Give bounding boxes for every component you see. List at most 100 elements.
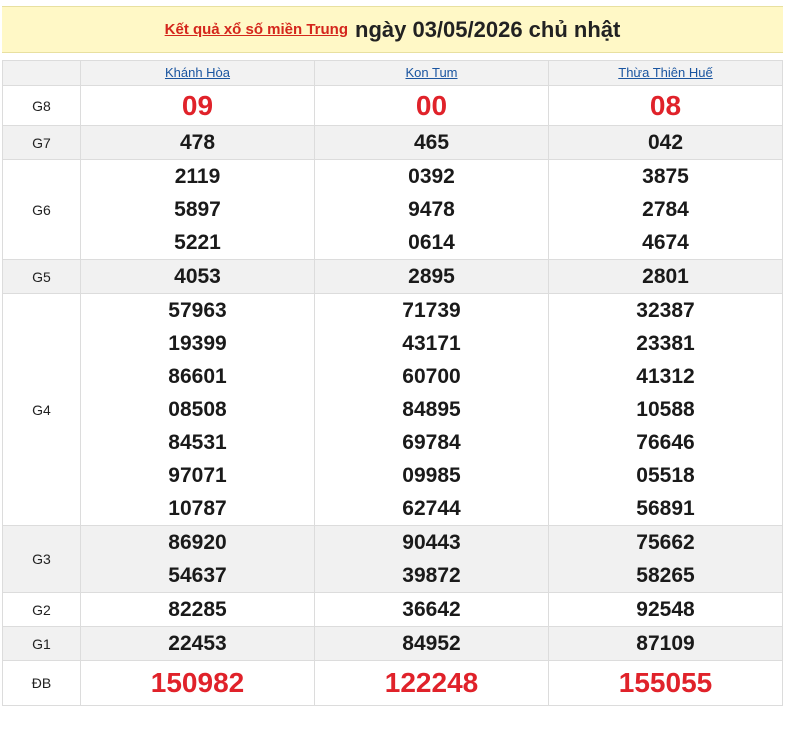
number-stack: 92548	[549, 593, 782, 626]
prize-label: G7	[2, 125, 81, 160]
prize-number: 19399	[168, 332, 227, 355]
prize-number: 2784	[642, 198, 689, 221]
number-stack: 155055	[549, 664, 782, 702]
prize-number: 0392	[408, 165, 455, 188]
prize-number: 71739	[402, 299, 461, 322]
prize-number: 86920	[168, 531, 227, 554]
prize-number: 042	[647, 131, 684, 154]
prize-label: G4	[2, 293, 81, 526]
prize-number: 3875	[642, 165, 689, 188]
prize-number: 60700	[402, 365, 461, 388]
number-stack: 82285	[81, 593, 314, 626]
prize-number: 54637	[168, 564, 227, 587]
prize-row-5: G3 86920 54637 90443 39872 75662 58265	[2, 525, 783, 593]
number-stack: 84952	[315, 627, 548, 660]
number-stack: 150982	[81, 664, 314, 702]
prize-number: 84895	[402, 398, 461, 421]
highlighted-prize-number: 09	[181, 89, 214, 121]
prize-row-1: G7 478 465 042	[2, 125, 783, 160]
prize-cell: 042	[548, 125, 783, 160]
number-stack: 90443 39872	[315, 526, 548, 592]
prize-row-4: G4 57963 19399 86601 08508 84531 97071 10787 717…	[2, 293, 783, 526]
number-stack: 122248	[315, 664, 548, 702]
prize-number: 23381	[636, 332, 695, 355]
number-stack: 2895	[315, 260, 548, 293]
number-stack: 2119 5897 5221	[81, 160, 314, 259]
prize-cell: 478	[80, 125, 315, 160]
prize-number: 41312	[636, 365, 695, 388]
prize-number: 82285	[168, 598, 227, 621]
prize-number: 08508	[168, 398, 227, 421]
prize-cell: 32387 23381 41312 10588 76646 05518 56891	[548, 293, 783, 526]
number-stack: 08	[549, 87, 782, 125]
prize-cell: 36642	[314, 592, 549, 627]
prize-label: G6	[2, 159, 81, 260]
number-stack: 042	[549, 126, 782, 159]
prize-row-6: G2 82285 36642 92548	[2, 592, 783, 627]
prize-cell: 00	[314, 85, 549, 126]
prize-number: 43171	[402, 332, 461, 355]
prize-label: G1	[2, 626, 81, 661]
prize-number: 32387	[636, 299, 695, 322]
number-stack: 32387 23381 41312 10588 76646 05518 56891	[549, 294, 782, 525]
prize-number: 22453	[168, 632, 227, 655]
prize-number: 97071	[168, 464, 227, 487]
prize-number: 84531	[168, 431, 227, 454]
province-link-kon-tum[interactable]: Kon Tum	[405, 65, 457, 80]
prize-cell: 84952	[314, 626, 549, 661]
prize-cell: 2119 5897 5221	[80, 159, 315, 260]
region-results-link[interactable]: Kết quả xổ số miền Trung	[165, 21, 348, 38]
prize-cell: 71739 43171 60700 84895 69784 09985 62744	[314, 293, 549, 526]
highlighted-prize-number: 155055	[618, 667, 713, 698]
number-stack: 87109	[549, 627, 782, 660]
prize-cell: 150982	[80, 660, 315, 706]
prize-label: G2	[2, 592, 81, 627]
prize-cell: 92548	[548, 592, 783, 627]
prize-cell: 09	[80, 85, 315, 126]
number-stack: 00	[315, 87, 548, 125]
prize-number: 57963	[168, 299, 227, 322]
prize-row-2: G6 2119 5897 5221 0392 9478 0614 3875 2784 4674	[2, 159, 783, 260]
prize-label: G8	[2, 85, 81, 126]
prize-number: 5897	[174, 198, 221, 221]
number-stack: 86920 54637	[81, 526, 314, 592]
prize-number: 62744	[402, 497, 461, 520]
draw-date-title: ngày 03/05/2026 chủ nhật	[355, 16, 621, 42]
number-stack: 57963 19399 86601 08508 84531 97071 10787	[81, 294, 314, 525]
province-link-thua-thien-hue[interactable]: Thừa Thiên Huế	[618, 65, 712, 80]
prize-row-3: G5 4053 2895 2801	[2, 259, 783, 294]
prize-cell: 57963 19399 86601 08508 84531 97071 10787	[80, 293, 315, 526]
prize-cell: 0392 9478 0614	[314, 159, 549, 260]
number-stack: 4053	[81, 260, 314, 293]
prize-number: 36642	[402, 598, 461, 621]
prize-number: 86601	[168, 365, 227, 388]
number-stack: 2801	[549, 260, 782, 293]
prize-cell: 465	[314, 125, 549, 160]
prize-number: 76646	[636, 431, 695, 454]
number-stack: 465	[315, 126, 548, 159]
province-link-khanh-hoa[interactable]: Khánh Hòa	[165, 65, 230, 80]
prize-number: 05518	[636, 464, 695, 487]
prize-cell: 87109	[548, 626, 783, 661]
number-stack: 09	[81, 87, 314, 125]
prize-number: 58265	[636, 564, 695, 587]
province-header-cell: Thừa Thiên Huế	[548, 60, 783, 86]
prize-number: 56891	[636, 497, 695, 520]
number-stack: 75662 58265	[549, 526, 782, 592]
number-stack: 22453	[81, 627, 314, 660]
prize-label: G5	[2, 259, 81, 294]
prize-number: 9478	[408, 198, 455, 221]
prize-number: 478	[179, 131, 216, 154]
prize-row-8: ĐB 150982 122248 155055	[2, 660, 783, 706]
prize-number: 69784	[402, 431, 461, 454]
prize-number: 90443	[402, 531, 461, 554]
prize-cell: 3875 2784 4674	[548, 159, 783, 260]
prize-number: 39872	[402, 564, 461, 587]
province-header-cell: Khánh Hòa	[80, 60, 315, 86]
results-header: Kết quả xổ số miền Trung ngày 03/05/2026…	[2, 6, 783, 53]
prize-number: 465	[413, 131, 450, 154]
lottery-results-table: Khánh Hòa Kon Tum Thừa Thiên Huế G8 09 00 0…	[2, 60, 783, 706]
prize-cell: 22453	[80, 626, 315, 661]
highlighted-prize-number: 08	[649, 89, 682, 121]
prize-number: 84952	[402, 632, 461, 655]
